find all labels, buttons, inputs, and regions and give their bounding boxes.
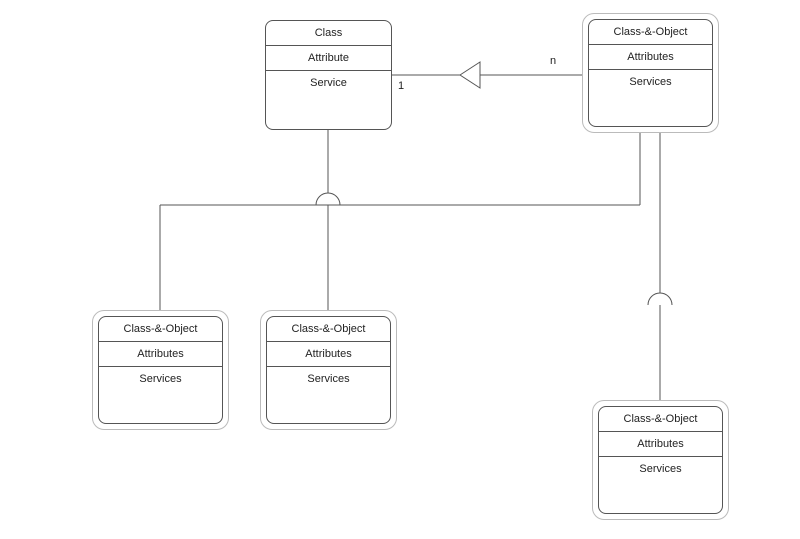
class-title: Class [266,21,391,45]
co-tr-title: Class-&-Object [589,20,712,44]
co-br-serv: Services [599,457,722,481]
co-tr-attr: Attributes [589,45,712,69]
multiplicity-left: 1 [398,80,404,92]
class-object-top-right: Class-&-Object Attributes Services [588,19,713,127]
diagram-canvas: Class Attribute Service Class-&-Object A… [0,0,800,539]
co-br-title: Class-&-Object [599,407,722,431]
class-object-child-left-outer: Class-&-Object Attributes Services [92,310,229,430]
co-br-attr: Attributes [599,432,722,456]
class-box: Class Attribute Service [265,20,392,130]
class-object-child-mid-outer: Class-&-Object Attributes Services [260,310,397,430]
co-cm-title: Class-&-Object [267,317,390,341]
class-attribute: Attribute [266,46,391,70]
co-cm-attr: Attributes [267,342,390,366]
co-tr-serv: Services [589,70,712,94]
class-object-top-right-outer: Class-&-Object Attributes Services [582,13,719,133]
co-cl-title: Class-&-Object [99,317,222,341]
class-object-child-br-outer: Class-&-Object Attributes Services [592,400,729,520]
co-cm-serv: Services [267,367,390,391]
multiplicity-right: n [550,55,556,67]
class-object-child-mid: Class-&-Object Attributes Services [266,316,391,424]
co-cl-serv: Services [99,367,222,391]
class-object-child-br: Class-&-Object Attributes Services [598,406,723,514]
class-object-child-left: Class-&-Object Attributes Services [98,316,223,424]
co-cl-attr: Attributes [99,342,222,366]
class-service: Service [266,71,391,95]
